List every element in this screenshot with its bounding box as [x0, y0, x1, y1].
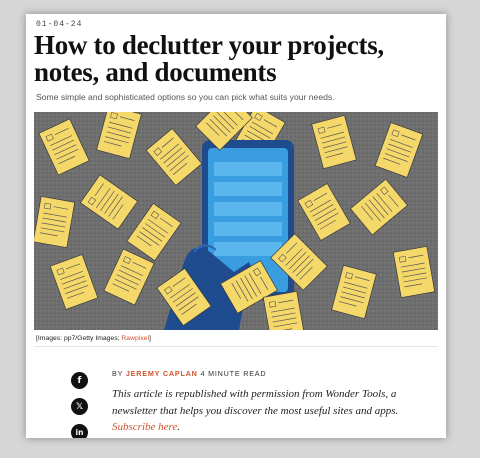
divider [34, 346, 438, 347]
x-icon[interactable]: 𝕏 [71, 398, 88, 415]
hero-illustration [34, 112, 438, 330]
caption-prefix: [Images: pp7/Getty Images; [36, 335, 122, 342]
share-buttons: f 𝕏 in [71, 372, 88, 438]
byline-prefix: BY [112, 369, 124, 378]
read-time: 4 MINUTE READ [200, 369, 267, 378]
caption-suffix: ] [148, 335, 151, 342]
article-title: How to declutter your projects, notes, a… [34, 30, 384, 87]
rawpixel-link[interactable]: Rawpixel [121, 335, 149, 342]
documents-phone-illustration [34, 112, 438, 330]
byline: BY JEREMY CAPLAN 4 MINUTE READ [112, 369, 266, 378]
article-date: 01-04-24 [36, 20, 83, 29]
intro-text: This article is republished with permiss… [112, 388, 399, 417]
linkedin-icon[interactable]: in [71, 424, 88, 438]
article-subtitle: Some simple and sophisticated options so… [36, 92, 335, 102]
facebook-icon[interactable]: f [71, 372, 88, 389]
article-intro: This article is republished with permiss… [112, 386, 422, 436]
subscribe-link[interactable]: Subscribe here [112, 421, 177, 433]
article-card: 01-04-24 How to declutter your projects,… [26, 14, 446, 438]
intro-end: . [177, 421, 181, 433]
author-link[interactable]: JEREMY CAPLAN [126, 369, 198, 378]
image-caption: [Images: pp7/Getty Images; Rawpixel] [36, 335, 151, 342]
